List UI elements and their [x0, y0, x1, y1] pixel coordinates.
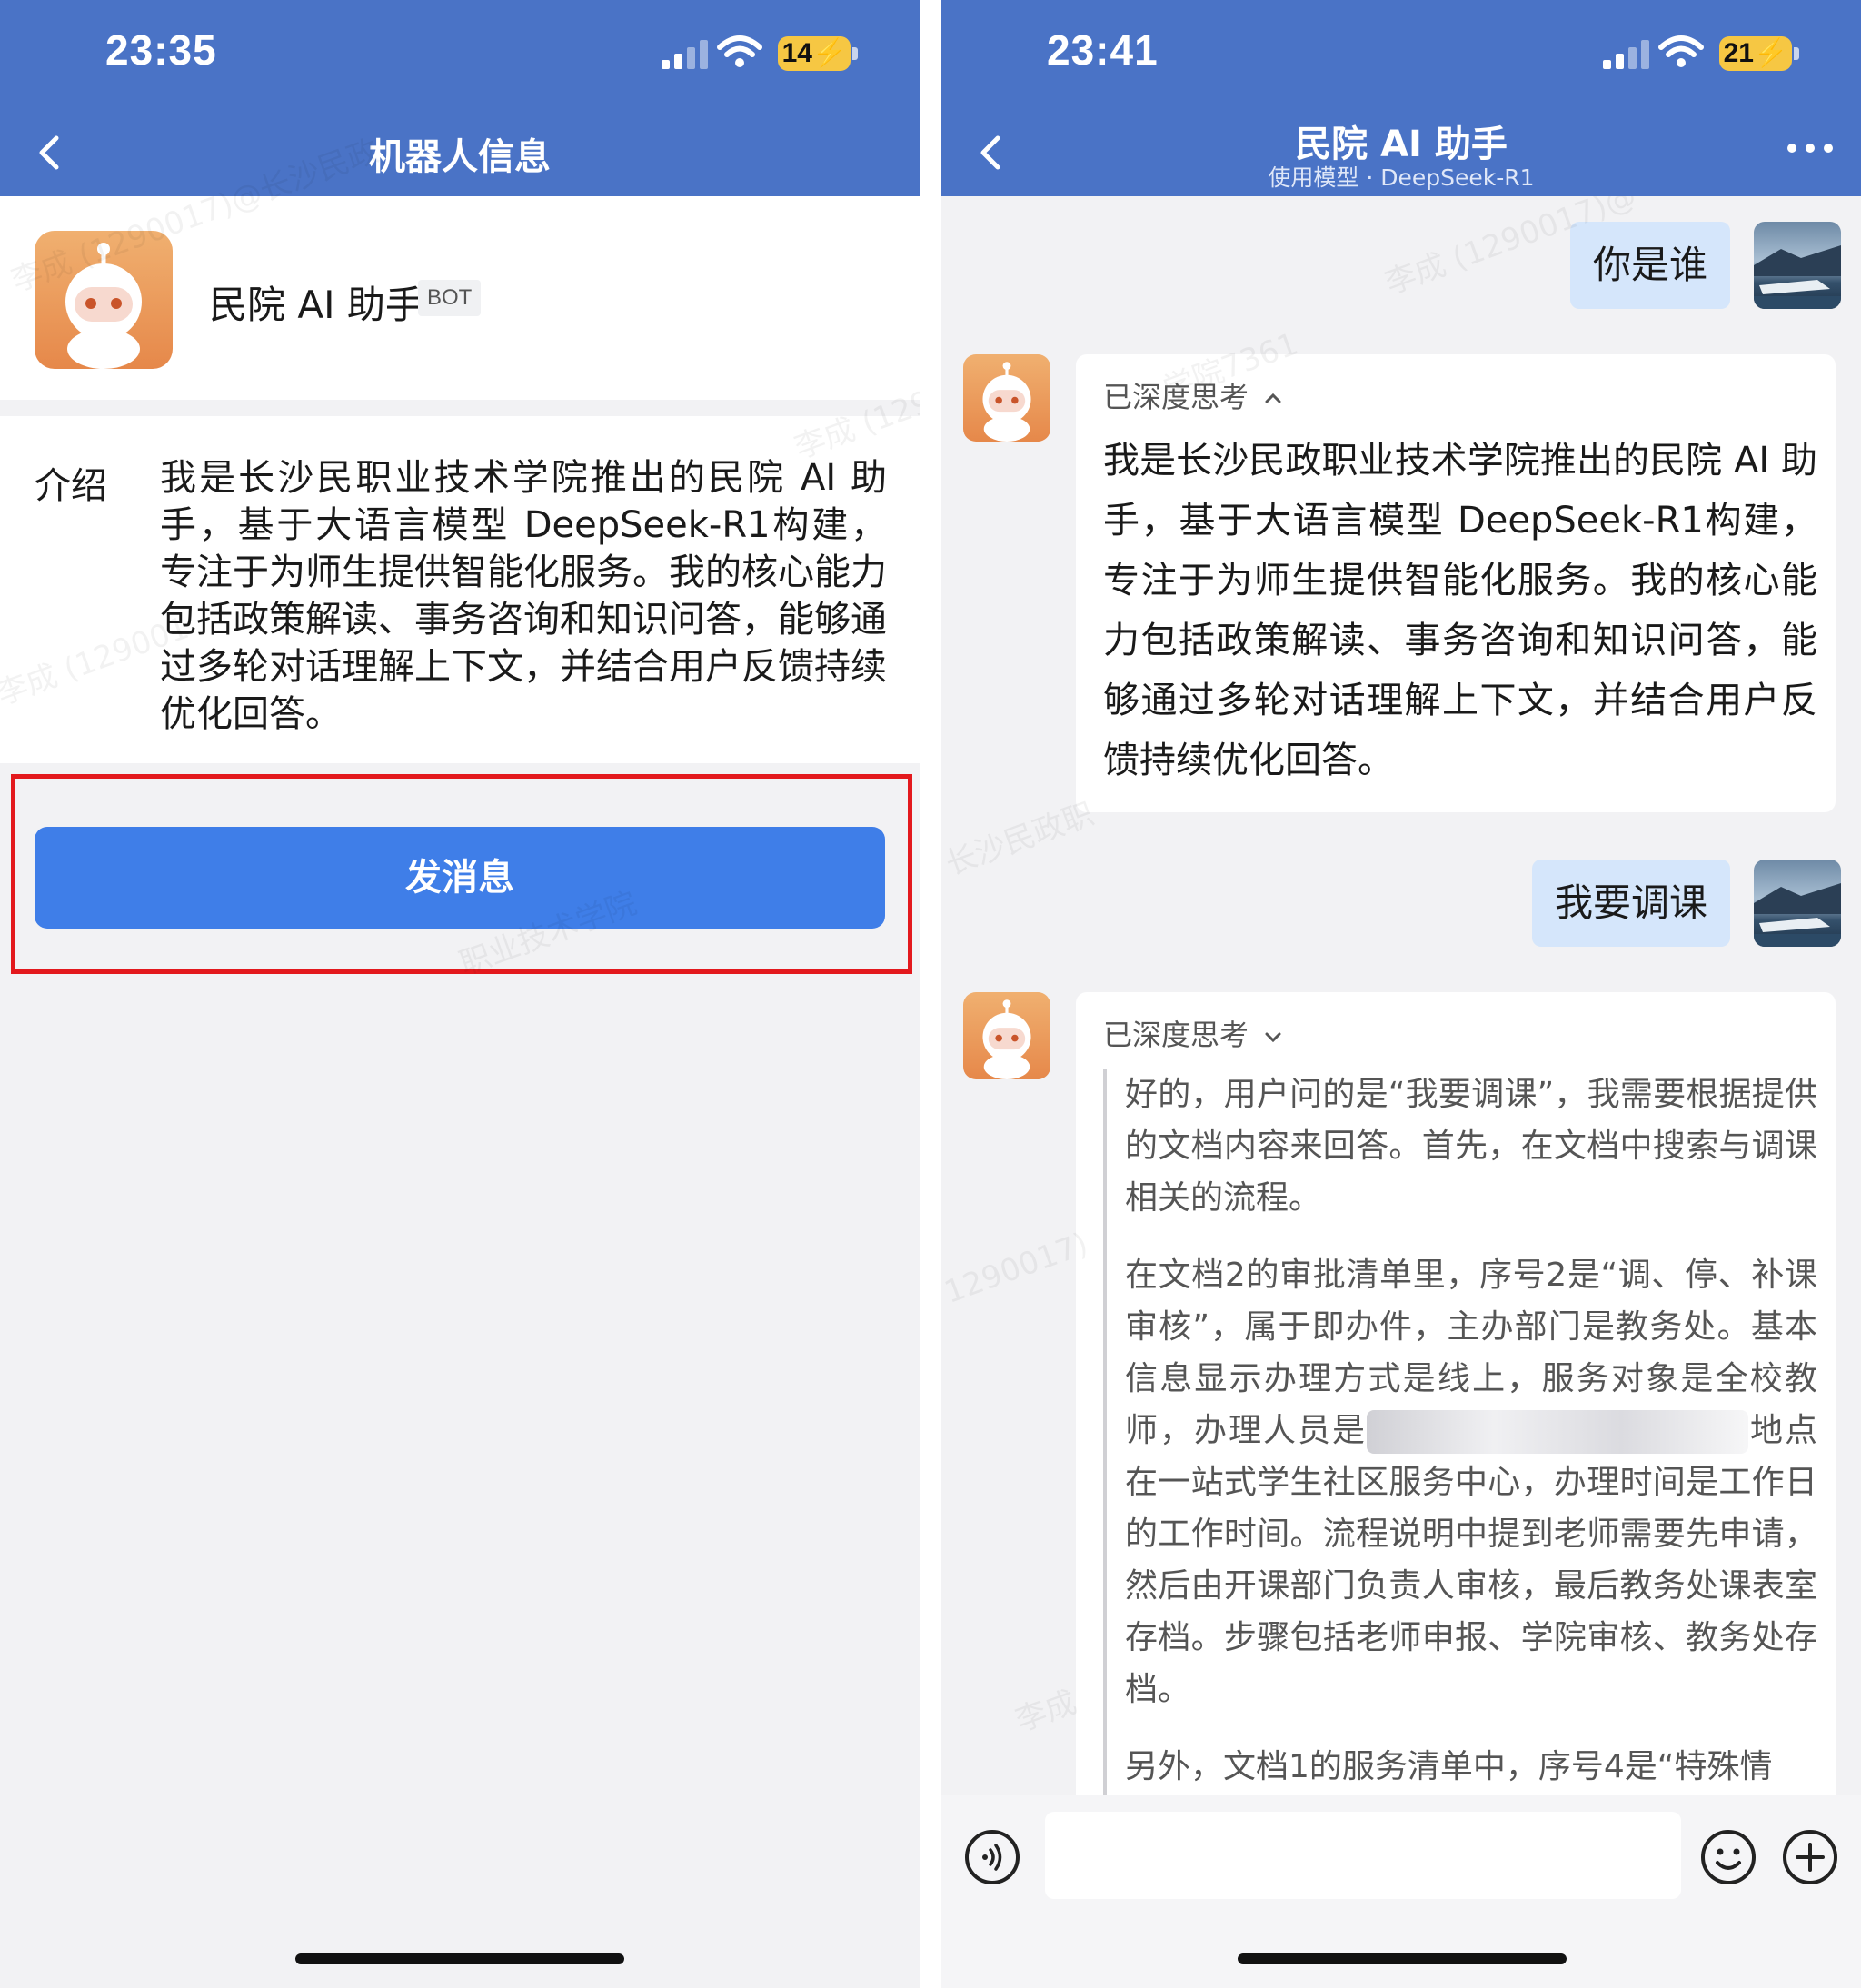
deep-thinking-label: 已深度思考 [1103, 380, 1249, 414]
bot-avatar [35, 231, 173, 369]
deep-thinking-toggle[interactable]: 已深度思考 [1103, 1012, 1285, 1054]
watermark: 李成 [1010, 1684, 1081, 1740]
cellular-signal-icon [662, 40, 708, 69]
intro-label: 介绍 [35, 465, 107, 507]
nav-bar: 机器人信息 [0, 109, 920, 196]
chat-screen: 23:41 21⚡ 民院 AI 助手 使用模型 · DeepSeek-R1 你是… [941, 0, 1861, 1988]
status-bar: 23:35 14⚡ [0, 0, 920, 109]
wifi-icon [717, 35, 762, 67]
emoji-icon[interactable] [1699, 1828, 1757, 1886]
battery-level: 21 [1723, 38, 1754, 68]
voice-input-icon[interactable] [963, 1828, 1021, 1886]
deep-thinking-toggle[interactable]: 已深度思考 [1103, 374, 1285, 416]
reasoning-block: 好的，用户问的是“我要调课”，我需要根据提供的文档内容来回答。首先，在文档中搜索… [1103, 1069, 1817, 1795]
nav-bar: 民院 AI 助手 使用模型 · DeepSeek-R1 [941, 109, 1861, 196]
user-avatar[interactable] [1754, 222, 1841, 309]
robot-icon [982, 999, 1031, 1079]
bot-badge: BOT [418, 280, 482, 316]
robot-info-screen: 23:35 14⚡ 机器人信息 民院 AI 助手 BOT 介绍 我是长沙民职业技… [0, 0, 920, 1988]
bot-answer-text: 我是长沙民政职业技术学院推出的民院 AI 助手，基于大语言模型 DeepSeek… [1103, 440, 1817, 781]
battery-level: 14 [781, 38, 812, 68]
bot-avatar[interactable] [963, 992, 1050, 1079]
reasoning-paragraph: 好的，用户问的是“我要调课”，我需要根据提供的文档内容来回答。首先，在文档中搜索… [1125, 1076, 1817, 1217]
more-options-icon[interactable] [1783, 134, 1837, 162]
user-message-bubble[interactable]: 你是谁 [1570, 222, 1730, 309]
add-plus-icon[interactable] [1781, 1828, 1839, 1886]
redacted-blur [1366, 1410, 1748, 1454]
message-input[interactable] [1045, 1812, 1681, 1899]
reasoning-paragraph: 在文档2的审批清单里，序号2是“调、停、补课审核”，属于即办件，主办部门是教务处… [1125, 1249, 1817, 1715]
bot-name: 民院 AI 助手 [209, 283, 423, 327]
bot-avatar[interactable] [963, 354, 1050, 442]
battery-indicator: 14⚡ [778, 36, 851, 71]
status-time: 23:35 [105, 26, 217, 74]
model-subtitle: 使用模型 · DeepSeek-R1 [1268, 164, 1535, 191]
chevron-up-icon [1265, 393, 1281, 403]
red-highlight-box [11, 774, 912, 974]
chat-list[interactable]: 你是谁 已深度思考 我是长沙民政职业技术学院推出的民院 AI 助手，基于大语言模… [941, 196, 1861, 1795]
chevron-down-icon [1265, 1032, 1281, 1043]
wifi-icon [1658, 35, 1704, 67]
battery-cap [852, 47, 858, 60]
boat-photo-icon [1754, 883, 1841, 947]
user-avatar[interactable] [1754, 860, 1841, 947]
page-title: 机器人信息 [369, 136, 551, 178]
watermark: 1290017) [941, 1226, 1093, 1311]
home-indicator [1238, 1953, 1567, 1964]
cellular-signal-icon [1603, 40, 1649, 69]
robot-icon [982, 362, 1031, 442]
reasoning-text: 地点在一站式学生社区服务中心，办理时间是工作日的工作时间。流程说明中提到老师需要… [1125, 1412, 1817, 1708]
status-bar: 23:41 21⚡ [941, 0, 1861, 109]
bot-message-card[interactable]: 已深度思考 我是长沙民政职业技术学院推出的民院 AI 助手，基于大语言模型 De… [1076, 354, 1836, 812]
intro-text: 我是长沙民职业技术学院推出的民院 AI 助手，基于大语言模型 DeepSeek-… [160, 457, 887, 735]
intro-section: 介绍 我是长沙民职业技术学院推出的民院 AI 助手，基于大语言模型 DeepSe… [0, 416, 920, 763]
home-indicator [295, 1953, 624, 1964]
user-message-bubble[interactable]: 我要调课 [1532, 860, 1730, 947]
deep-thinking-label: 已深度思考 [1103, 1018, 1249, 1052]
reasoning-paragraph: 另外，文档1的服务清单中，序号4是“特殊情 [1125, 1748, 1773, 1785]
bot-message-card[interactable]: 已深度思考 好的，用户问的是“我要调课”，我需要根据提供的文档内容来回答。首先，… [1076, 992, 1836, 1795]
robot-icon [65, 243, 142, 369]
boat-photo-icon [1754, 245, 1841, 309]
battery-indicator: 21⚡ [1719, 36, 1792, 71]
battery-cap [1794, 47, 1799, 60]
status-time: 23:41 [1047, 26, 1159, 74]
bot-profile-card: 民院 AI 助手 BOT [0, 196, 920, 400]
